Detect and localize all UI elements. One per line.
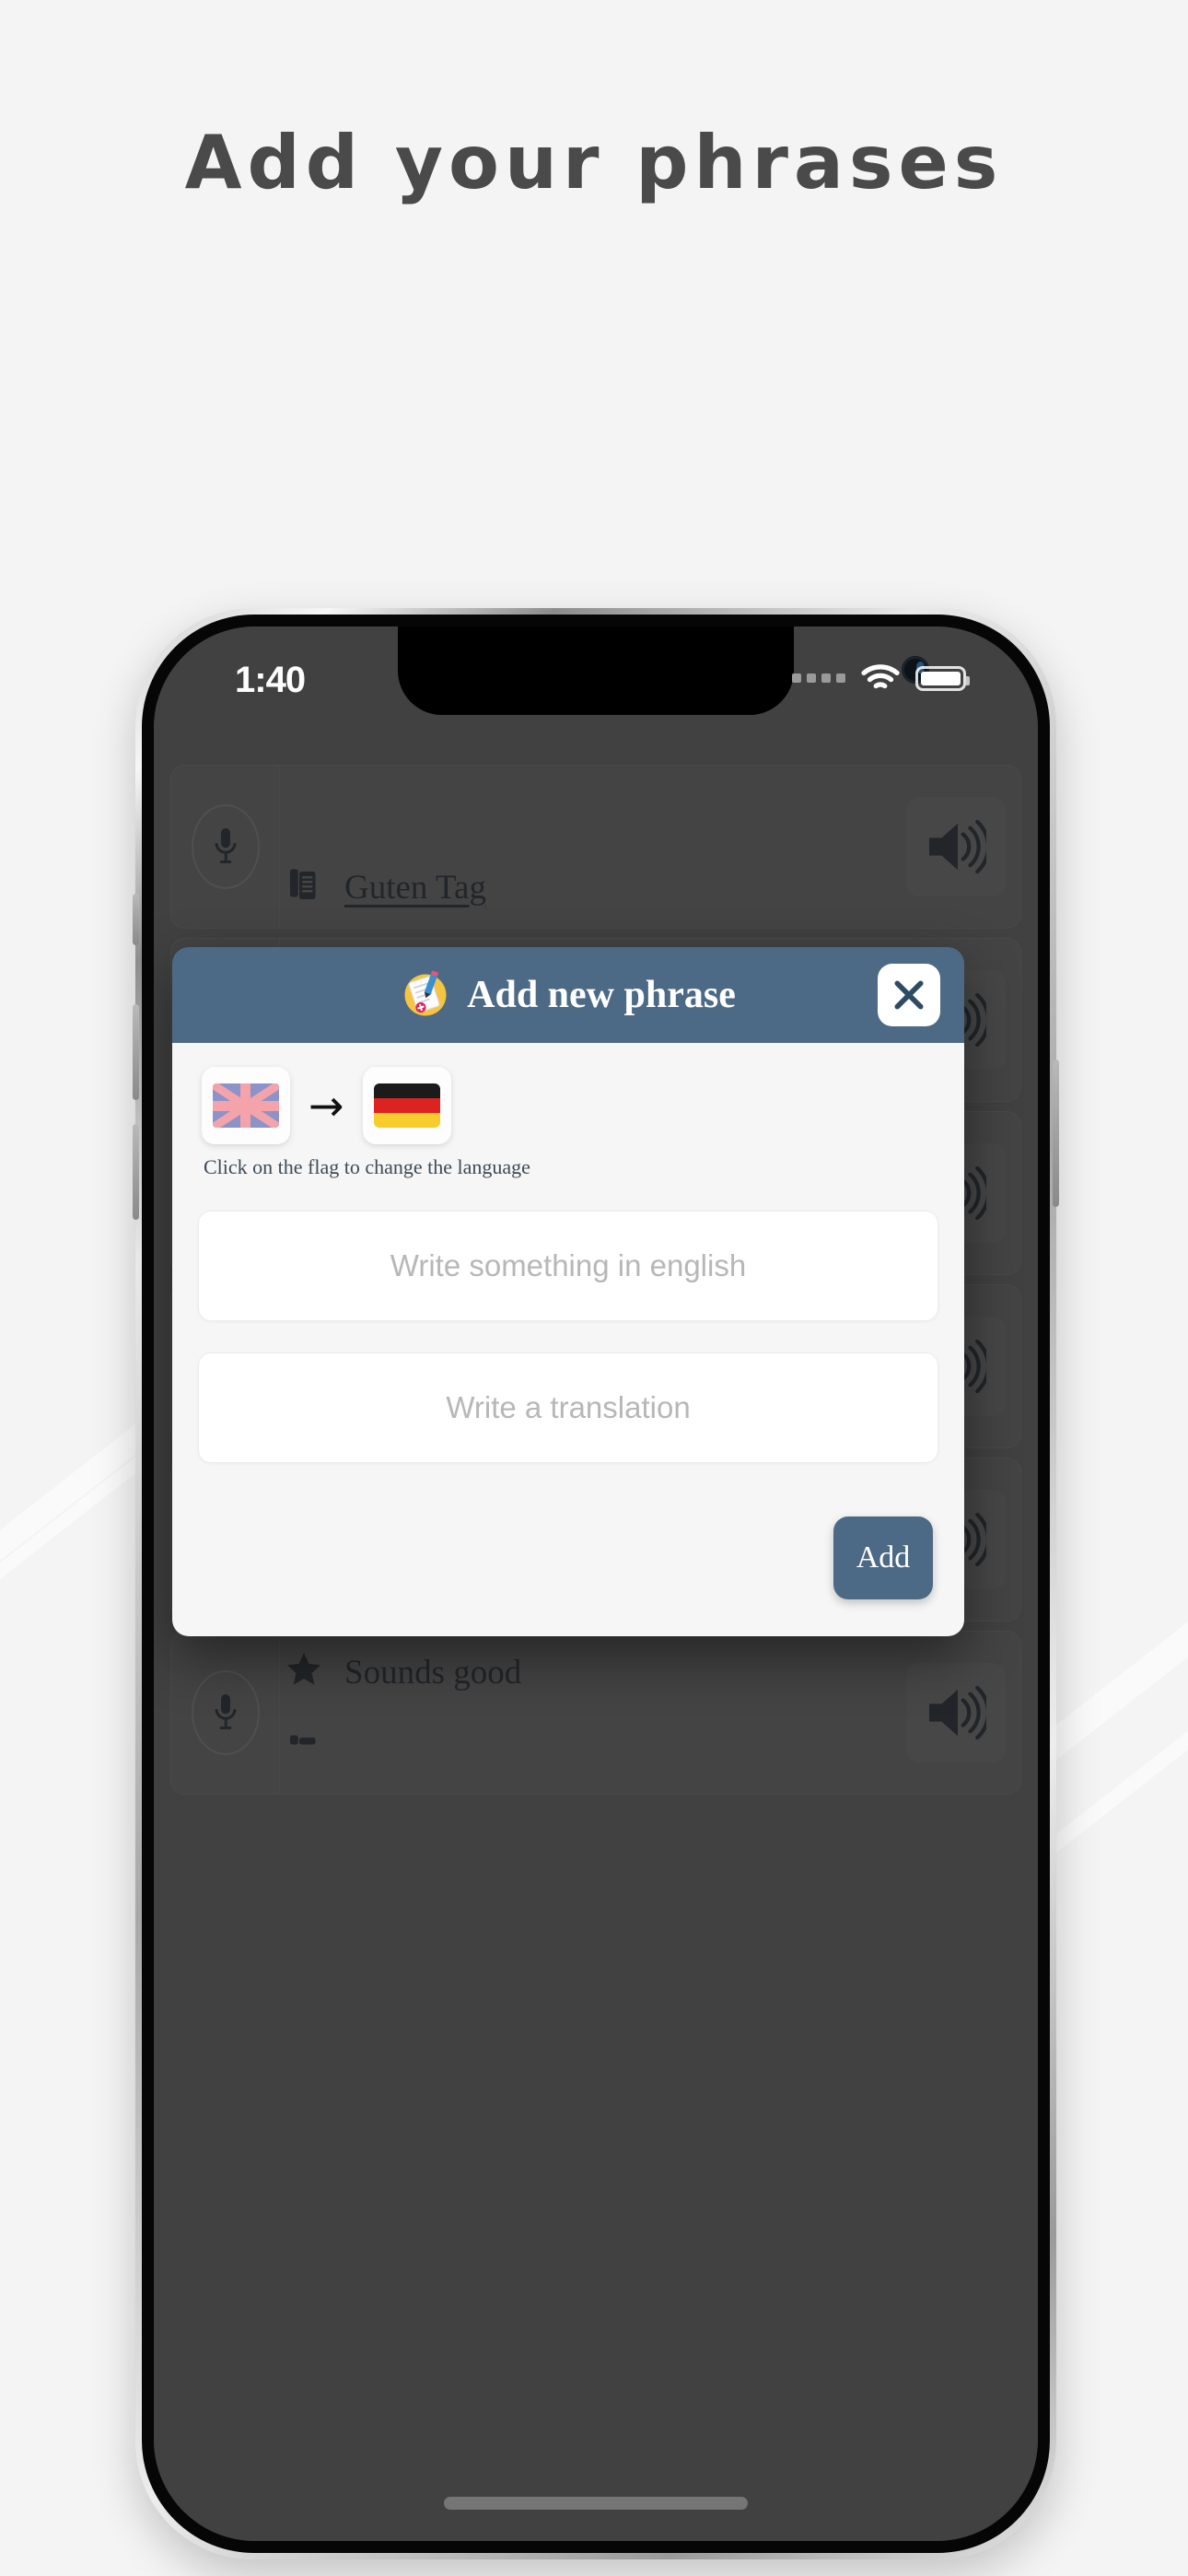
mute-switch[interactable] — [133, 894, 139, 945]
memo-icon — [401, 970, 450, 1020]
phrase-translation[interactable]: Guten Tag — [344, 868, 486, 907]
signal-dots-icon — [792, 673, 845, 683]
language-selector: → — [198, 1067, 938, 1144]
translation-field[interactable]: Write a translation — [198, 1352, 938, 1463]
flag-uk-icon — [213, 1083, 279, 1128]
copy-icon[interactable] — [284, 869, 324, 907]
speaker-icon[interactable] — [906, 797, 1006, 896]
arrow-right-icon: → — [309, 1081, 344, 1130]
add-button[interactable]: Add — [833, 1516, 933, 1599]
speak-cell[interactable] — [891, 1632, 1020, 1794]
source-flag-button[interactable] — [202, 1067, 290, 1144]
flag-hint-label: Click on the flag to change the language — [204, 1155, 530, 1178]
flag-germany-icon — [373, 1083, 440, 1128]
modal-body: → Click on the flag to change the langua… — [172, 1043, 964, 1636]
copy-icon[interactable] — [284, 1735, 324, 1773]
page-headline: Add your phrases — [184, 120, 1004, 205]
phrase-source: Sounds good — [344, 1653, 522, 1692]
microphone-icon[interactable] — [191, 1670, 260, 1755]
source-phrase-placeholder: Write something in english — [390, 1248, 747, 1282]
microphone-icon[interactable] — [191, 804, 260, 889]
home-indicator[interactable] — [444, 2497, 748, 2510]
modal-title: Add new phrase — [467, 974, 736, 1016]
add-new-phrase-modal: Add new phrase → Click on the flag to ch… — [172, 947, 964, 1636]
table-row[interactable]: Sounds good — [170, 1631, 1021, 1795]
power-button[interactable] — [1053, 1060, 1059, 1207]
status-time: 1:40 — [235, 660, 306, 700]
volume-up-button[interactable] — [133, 1004, 139, 1100]
mic-cell[interactable] — [171, 766, 280, 928]
phone-frame: Guten Tag Sounds good 1:40 Add new phras… — [133, 608, 1059, 2559]
star-icon[interactable] — [284, 1652, 324, 1692]
translation-placeholder: Write a translation — [446, 1390, 691, 1424]
battery-full-icon — [915, 665, 970, 691]
mic-cell[interactable] — [171, 1632, 280, 1794]
table-row[interactable]: Guten Tag — [170, 765, 1021, 929]
volume-down-button[interactable] — [133, 1124, 139, 1220]
status-bar: 1:40 — [154, 626, 1038, 755]
modal-header: Add new phrase — [172, 947, 964, 1043]
close-button[interactable] — [878, 964, 940, 1026]
source-phrase-field[interactable]: Write something in english — [198, 1211, 938, 1321]
speaker-icon[interactable] — [906, 1663, 1006, 1762]
speak-cell[interactable] — [891, 766, 1020, 928]
phone-screen: Guten Tag Sounds good 1:40 Add new phras… — [154, 626, 1038, 2541]
target-flag-button[interactable] — [362, 1067, 451, 1144]
notch — [398, 626, 794, 715]
close-icon — [894, 980, 924, 1010]
wifi-icon — [860, 663, 901, 693]
